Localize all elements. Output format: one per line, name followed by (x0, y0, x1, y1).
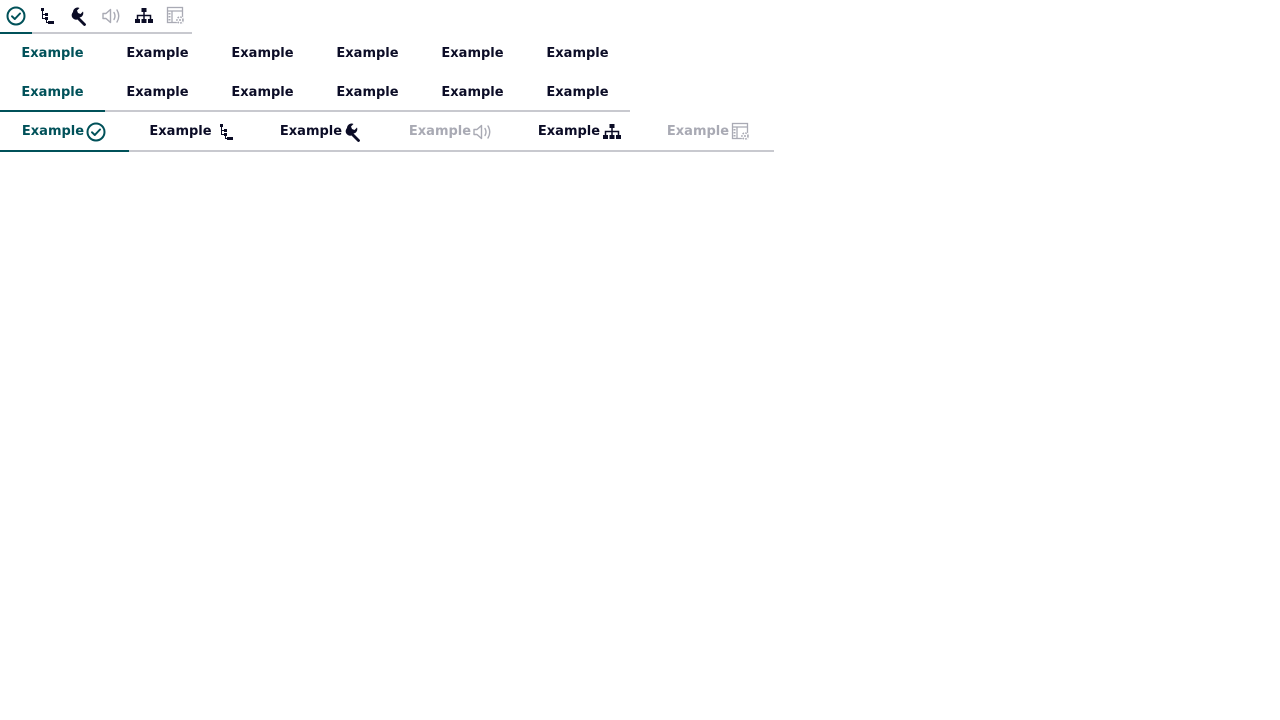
text-tab-2-4[interactable]: Example (315, 74, 420, 112)
tab-label: Example (231, 84, 294, 100)
wrench-icon (69, 5, 91, 27)
tab-label: Example (666, 124, 730, 139)
icon-tab-5[interactable] (128, 0, 160, 34)
icon-tab-6[interactable] (160, 0, 192, 34)
settings-table-icon (165, 5, 187, 27)
icon-tab-3[interactable] (64, 0, 96, 34)
icon-tab-2[interactable] (32, 0, 64, 34)
text-tab-1-2[interactable]: Example (105, 34, 210, 72)
tab-label: Example (441, 45, 504, 61)
text-tab-2-3[interactable]: Example (210, 74, 315, 112)
text-tab-bar-1: Example Example Example Example Example … (0, 34, 630, 72)
hierarchy-icon (601, 121, 623, 143)
text-tab-2-5[interactable]: Example (420, 74, 525, 112)
check-circle-icon (5, 5, 27, 27)
tab-label: Example (126, 45, 189, 61)
icon-text-tab-3[interactable]: Example (258, 113, 387, 152)
check-circle-icon (85, 121, 107, 143)
icon-text-tab-6[interactable]: Example (645, 113, 774, 152)
tab-label: Example (336, 84, 399, 100)
text-tab-bar-2: Example Example Example Example Example … (0, 74, 630, 112)
tab-label: Example (408, 124, 472, 139)
settings-table-icon (730, 121, 752, 143)
text-tab-2-1[interactable]: Example (0, 74, 105, 112)
tab-label: Example (441, 84, 504, 100)
text-tab-2-6[interactable]: Example (525, 74, 630, 112)
icon-text-tab-2[interactable]: Example (129, 113, 258, 152)
tab-label: Example (21, 45, 84, 61)
tab-label: Example (546, 45, 609, 61)
text-tab-2-2[interactable]: Example (105, 74, 210, 112)
speaker-icon (472, 121, 494, 143)
icon-tab-4[interactable] (96, 0, 128, 34)
tab-label: Example (231, 45, 294, 61)
icon-tab-bar (0, 0, 192, 34)
tab-label: Example (336, 45, 399, 61)
tab-label: Example (126, 84, 189, 100)
wrench-icon (343, 121, 365, 143)
text-tab-1-6[interactable]: Example (525, 34, 630, 72)
hierarchy-icon (133, 5, 155, 27)
speaker-icon (101, 5, 123, 27)
tab-label: Example (21, 124, 85, 139)
text-tab-1-4[interactable]: Example (315, 34, 420, 72)
text-tab-1-1[interactable]: Example (0, 34, 105, 72)
text-tab-1-3[interactable]: Example (210, 34, 315, 72)
tab-label: Example (21, 84, 84, 100)
icon-text-tab-4[interactable]: Example (387, 113, 516, 152)
icon-text-tab-bar: Example Example Example Example Example … (0, 113, 774, 152)
tab-label: Example (546, 84, 609, 100)
tab-label: Example (537, 124, 601, 139)
tree-list-icon (37, 5, 59, 27)
tree-list-icon (216, 121, 238, 143)
icon-tab-1[interactable] (0, 0, 32, 34)
text-tab-1-5[interactable]: Example (420, 34, 525, 72)
icon-text-tab-5[interactable]: Example (516, 113, 645, 152)
icon-text-tab-1[interactable]: Example (0, 113, 129, 152)
tab-label: Example (149, 124, 212, 139)
tab-label: Example (279, 124, 343, 139)
